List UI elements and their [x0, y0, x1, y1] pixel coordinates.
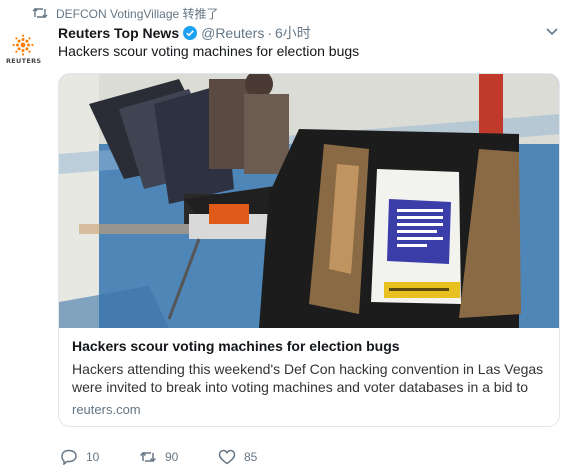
avatar-wordmark: REUTERS [6, 57, 42, 65]
reply-icon [61, 449, 77, 465]
retweet-icon [32, 8, 48, 18]
reuters-logo-icon [12, 34, 34, 56]
card-title: Hackers scour voting machines for electi… [72, 338, 400, 354]
tweet-header: Reuters Top News @Reuters · 6小时 [58, 24, 311, 42]
retweet-button[interactable]: 90 [139, 449, 218, 465]
chevron-down-icon[interactable] [546, 28, 558, 36]
card-image[interactable] [59, 74, 560, 328]
card-description: Hackers attending this weekend's Def Con… [72, 361, 544, 395]
like-icon [218, 449, 236, 465]
reply-count: 10 [86, 450, 100, 464]
retweet-notice-text: DEFCON VotingVillage 转推了 [56, 6, 219, 21]
tweet-text: Hackers scour voting machines for electi… [58, 43, 360, 59]
verified-badge-icon [183, 26, 198, 40]
avatar[interactable]: REUTERS [6, 34, 42, 68]
retweet-count: 90 [165, 450, 179, 464]
reply-button[interactable]: 10 [60, 449, 139, 465]
retweet-icon [139, 451, 157, 463]
like-button[interactable]: 85 [218, 449, 297, 465]
link-card[interactable]: Hackers scour voting machines for electi… [58, 73, 560, 427]
card-domain: reuters.com [72, 402, 141, 417]
tweet-actions: 10 90 85 [60, 448, 297, 466]
author-name[interactable]: Reuters Top News [58, 25, 179, 41]
retweet-notice[interactable]: DEFCON VotingVillage 转推了 [32, 4, 219, 22]
separator-dot: · [267, 25, 273, 41]
tweet-timestamp[interactable]: 6小时 [275, 23, 311, 43]
author-handle[interactable]: @Reuters [201, 25, 264, 41]
like-count: 85 [244, 450, 258, 464]
